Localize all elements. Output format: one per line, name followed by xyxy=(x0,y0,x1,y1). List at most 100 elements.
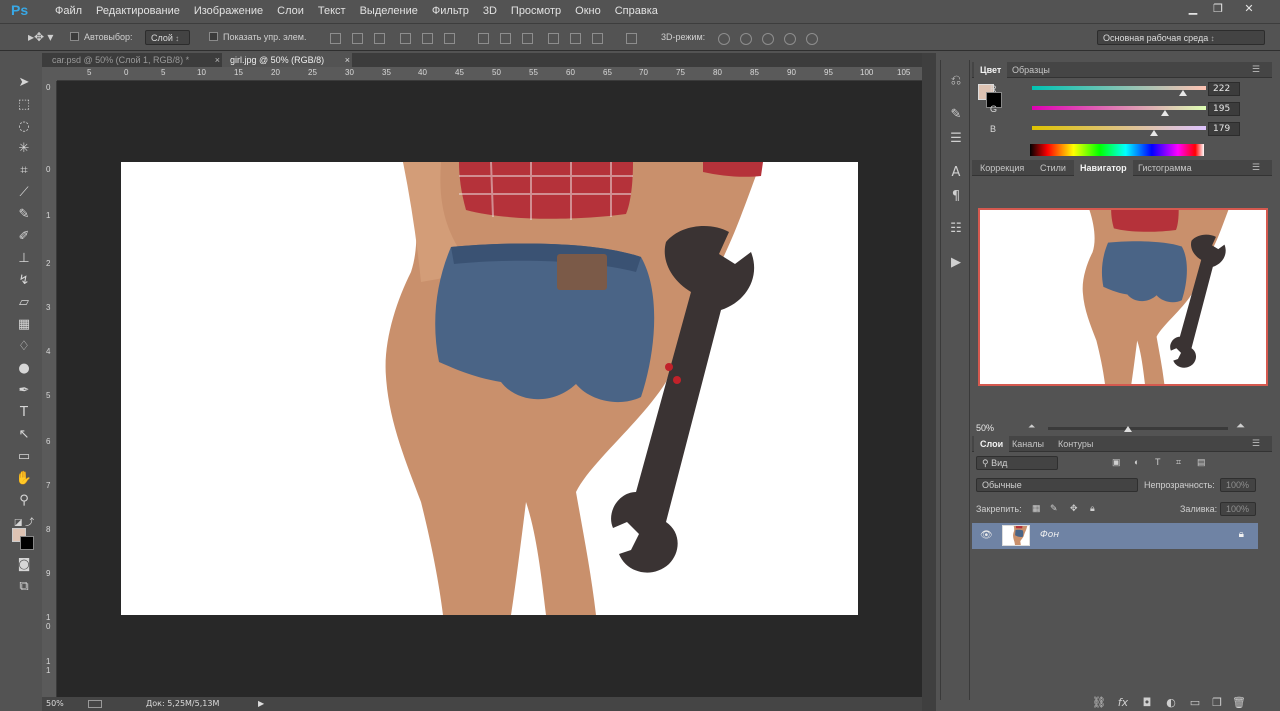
opacity-field[interactable]: 100% xyxy=(1220,478,1256,492)
filter-smart-object-icon[interactable]: ▤ xyxy=(1197,457,1206,468)
autoselect-dropdown[interactable]: Слой xyxy=(145,30,190,45)
properties-panel-icon[interactable]: ☷ xyxy=(947,220,965,238)
brush-presets-icon[interactable]: ✎ xyxy=(947,106,965,124)
blend-mode-dropdown[interactable]: Обычные xyxy=(976,478,1138,492)
eyedropper-tool-icon[interactable]: ⟋ xyxy=(10,183,38,203)
show-controls-checkbox[interactable]: Показать упр. элем. xyxy=(209,30,306,45)
tab-layers[interactable]: Слои xyxy=(974,436,1010,452)
align-top-icon[interactable] xyxy=(330,33,341,44)
brush-panel-icon[interactable]: ☰ xyxy=(947,130,965,148)
distribute-hcenter-icon[interactable] xyxy=(570,33,581,44)
marquee-tool-icon[interactable]: ⬚ xyxy=(10,95,38,115)
3d-slide-icon[interactable] xyxy=(784,33,796,45)
paragraph-panel-icon[interactable]: ¶ xyxy=(947,188,965,206)
g-value-field[interactable]: 195 xyxy=(1208,102,1240,116)
filter-type-icon[interactable]: T xyxy=(1155,457,1161,467)
type-tool-icon[interactable]: T xyxy=(10,403,38,423)
tab-channels[interactable]: Каналы xyxy=(1006,436,1050,452)
align-bottom-icon[interactable] xyxy=(374,33,385,44)
distribute-bottom-icon[interactable] xyxy=(522,33,533,44)
navigator-preview[interactable] xyxy=(978,208,1268,386)
new-group-icon[interactable]: ▭ xyxy=(1188,697,1202,709)
autoselect-checkbox[interactable]: Автовыбор: xyxy=(70,30,133,45)
zoom-level[interactable]: 50% xyxy=(46,697,64,711)
healing-brush-tool-icon[interactable]: ✎ xyxy=(10,205,38,225)
menu-select[interactable]: Выделение xyxy=(353,0,425,24)
align-hcenter-icon[interactable] xyxy=(422,33,433,44)
visibility-eye-icon[interactable]: 👁︎ xyxy=(980,530,993,541)
character-panel-icon[interactable]: A xyxy=(947,164,965,182)
clone-stamp-tool-icon[interactable]: ⊥ xyxy=(10,249,38,269)
tab-color[interactable]: Цвет xyxy=(974,62,1008,78)
minimize-icon[interactable]: ▁ xyxy=(1182,2,1204,16)
brush-tool-icon[interactable]: ✐ xyxy=(10,227,38,247)
3d-rotate-icon[interactable] xyxy=(718,33,730,45)
menu-help[interactable]: Справка xyxy=(608,0,665,24)
blur-tool-icon[interactable]: ♢ xyxy=(10,337,38,357)
r-value-field[interactable]: 222 xyxy=(1208,82,1240,96)
navigator-zoom-slider[interactable] xyxy=(1048,426,1228,432)
align-left-icon[interactable] xyxy=(400,33,411,44)
move-tool-icon[interactable]: ➤ xyxy=(10,73,38,93)
new-layer-icon[interactable]: ❐ xyxy=(1210,697,1224,709)
filter-pixel-icon[interactable]: ▣ xyxy=(1112,457,1121,468)
lock-transparent-icon[interactable]: ▦ xyxy=(1032,503,1041,514)
distribute-vcenter-icon[interactable] xyxy=(500,33,511,44)
panel-menu-icon[interactable]: ☰ xyxy=(1252,65,1260,75)
distribute-top-icon[interactable] xyxy=(478,33,489,44)
tab-girl-jpg[interactable]: girl.jpg @ 50% (RGB/8) × xyxy=(222,53,352,67)
dodge-tool-icon[interactable]: ● xyxy=(10,359,38,379)
menu-filter[interactable]: Фильтр xyxy=(425,0,476,24)
fill-field[interactable]: 100% xyxy=(1220,502,1256,516)
tab-styles[interactable]: Стили xyxy=(1034,160,1072,176)
magic-wand-tool-icon[interactable]: ✳ xyxy=(10,139,38,159)
close-icon[interactable]: ✕ xyxy=(1238,2,1260,16)
layer-name[interactable]: Фон xyxy=(1040,530,1059,540)
b-slider[interactable] xyxy=(1032,126,1206,136)
history-panel-icon[interactable]: ⎌ xyxy=(947,72,965,90)
auto-align-icon[interactable] xyxy=(626,33,637,44)
navigator-zoom-thumb[interactable] xyxy=(1124,426,1132,432)
ruler-left[interactable]: 0 0 1 2 3 4 5 6 7 8 9 1 0 1 1 xyxy=(42,81,57,698)
menu-3d[interactable]: 3D xyxy=(476,0,504,24)
actions-panel-icon[interactable]: ▶ xyxy=(947,254,965,272)
panel-menu-icon[interactable]: ☰ xyxy=(1252,439,1260,449)
3d-scale-icon[interactable] xyxy=(806,33,818,45)
menu-view[interactable]: Просмотр xyxy=(504,0,568,24)
path-selection-tool-icon[interactable]: ↖ xyxy=(10,425,38,445)
lasso-tool-icon[interactable]: ◌ xyxy=(10,117,38,137)
tab-close-icon[interactable]: × xyxy=(215,53,220,67)
document-canvas[interactable] xyxy=(121,162,858,615)
b-slider-thumb[interactable] xyxy=(1150,130,1159,136)
lock-all-icon[interactable]: 🔒︎ xyxy=(1090,503,1095,514)
menu-edit[interactable]: Редактирование xyxy=(89,0,187,24)
navigator-zoom-value[interactable]: 50% xyxy=(976,423,994,433)
r-slider[interactable] xyxy=(1032,86,1206,96)
vertical-scrollbar[interactable] xyxy=(922,53,936,711)
crop-tool-icon[interactable]: ⌗ xyxy=(10,161,38,181)
lock-position-icon[interactable]: ✥ xyxy=(1070,503,1078,514)
delete-layer-icon[interactable]: 🗑︎ xyxy=(1232,697,1246,709)
b-value-field[interactable]: 179 xyxy=(1208,122,1240,136)
share-icon[interactable] xyxy=(88,700,102,708)
tab-paths[interactable]: Контуры xyxy=(1052,436,1099,452)
distribute-left-icon[interactable] xyxy=(548,33,559,44)
link-layers-icon[interactable]: ⛓ xyxy=(1092,697,1106,709)
layer-row-background[interactable]: 👁︎ Фон 🔒︎ xyxy=(972,523,1258,549)
canvas-area[interactable] xyxy=(57,81,922,698)
g-slider-thumb[interactable] xyxy=(1161,110,1170,116)
eraser-tool-icon[interactable]: ▱ xyxy=(10,293,38,313)
move-tool-preset-icon[interactable]: ▸✥ ▾ xyxy=(28,30,53,45)
screen-mode-icon[interactable]: ⧉ xyxy=(10,577,38,597)
color-spectrum-bar[interactable] xyxy=(1030,144,1204,156)
history-brush-tool-icon[interactable]: ↯ xyxy=(10,271,38,291)
r-slider-thumb[interactable] xyxy=(1179,90,1188,96)
distribute-right-icon[interactable] xyxy=(592,33,603,44)
menu-image[interactable]: Изображение xyxy=(187,0,270,24)
restore-icon[interactable]: ❐ xyxy=(1207,2,1229,16)
filter-adjustment-icon[interactable]: ◐ xyxy=(1134,457,1139,467)
menu-window[interactable]: Окно xyxy=(568,0,608,24)
tab-navigator[interactable]: Навигатор xyxy=(1074,160,1133,176)
zoom-in-icon[interactable]: ⏶ xyxy=(1236,420,1245,433)
menu-layers[interactable]: Слои xyxy=(270,0,311,24)
